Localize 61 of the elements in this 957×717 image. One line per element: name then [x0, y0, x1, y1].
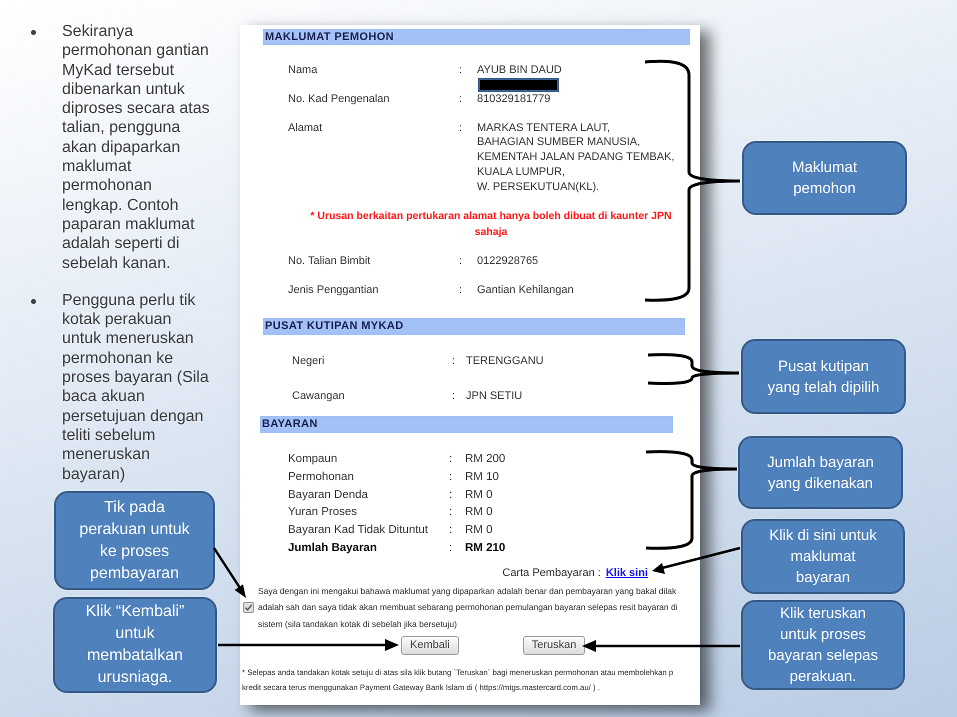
field-label: Nama	[288, 62, 318, 78]
colon-separator: :	[459, 120, 462, 136]
field-value: AYUB BIN DAUD	[477, 62, 562, 78]
field-value: RM 0	[465, 488, 492, 503]
colon-separator: :	[449, 452, 452, 467]
colon-separator: :	[449, 470, 452, 485]
field-label: No. Kad Pengenalan	[288, 92, 391, 106]
callout-box: Klik “Kembali” untuk membatalkan urusniaga.	[53, 597, 217, 693]
colon-separator: :	[459, 62, 462, 78]
arrow-connector	[212, 547, 246, 598]
bullet-text: Pengguna perlu tik kotak perakuan untuk meneruskan permohonan ke proses bayaran (Sila baca akuan persetujuan dengan teliti sebelum meneruskan bayaran)	[62, 290, 209, 484]
field-value: RM 0	[465, 505, 492, 520]
field-value: RM 200	[465, 452, 506, 467]
field-label: Jenis Penggantian	[288, 283, 380, 298]
section-header: MAKLUMAT PEMOHON	[263, 29, 690, 45]
callout-box: Tik pada perakuan untuk ke proses pembayaran	[54, 491, 215, 590]
field-value: 0122928765	[477, 254, 538, 270]
field-value: JPN SETIU	[466, 389, 522, 404]
field-label: Jumlah Bayaran	[288, 540, 378, 556]
colon-separator: :	[459, 254, 462, 270]
field-value: RM 0	[465, 523, 492, 538]
field-label: Alamat	[288, 120, 324, 136]
bullet-text: Sekiranya permohonan gantian MyKad tersebut dibenarkan untuk diproses secara atas talian, pengguna akan dipaparkan maklumat permohonan lengkap. Contoh paparan maklumat adalah seperti di sebelah kanan.	[62, 22, 210, 273]
field-value: TERENGGANU	[466, 354, 544, 370]
callout-box: Pusat kutipan yang telah dipilih	[741, 339, 906, 414]
colon-separator: :	[452, 389, 456, 404]
callout-box: Jumlah bayaran yang dikenakan	[738, 436, 903, 509]
address-value: MARKAS TENTERA LAUT, BAHAGIAN SUMBER MANUSIA, KEMENTAH JALAN PADANG TEMBAK, KUALA LUMPUR, W. PERSEKUTUAN(KL).	[477, 120, 674, 194]
colon-separator: :	[449, 540, 452, 556]
declaration-text: Saya dengan ini mengakui bahawa maklumat yang dipaparkan adalah benar dan pembayaran yang bakal dilak adalah sah dan saya tidak akan membuat sebarang permohonan pemulangan bayaran selepas resit bayaran di sistem (sila tandakan kotak di sebelah jika bersetuju)	[258, 584, 678, 631]
back-button[interactable]: Kembali	[401, 636, 459, 656]
field-label: Bayaran Kad Tidak Dituntut	[288, 523, 429, 538]
callout-box: Maklumat pemohon	[742, 141, 907, 215]
field-label: Bayaran Denda	[288, 488, 369, 503]
callout-box: Klik di sini untuk maklumat bayaran	[741, 519, 905, 594]
warning-notice: * Urusan berkaitan pertukaran alamat hanya boleh dibuat di kaunter JPN sahaja	[309, 209, 673, 240]
colon-separator: :	[449, 505, 452, 520]
payment-chart-label: Carta Pembayaran :	[502, 566, 601, 581]
field-value: Gantian Kehilangan	[477, 283, 574, 298]
colon-separator: :	[459, 92, 462, 106]
colon-separator: :	[459, 283, 462, 298]
field-label: Kompaun	[288, 452, 338, 467]
agreement-checkbox[interactable]	[243, 602, 254, 613]
field-label: Cawangan	[292, 389, 346, 404]
section-header: PUSAT KUTIPAN MYKAD	[263, 318, 685, 335]
field-value: RM 10	[465, 470, 499, 485]
field-label: No. Talian Bimbit	[288, 254, 372, 270]
payment-chart-link[interactable]: Klik sini	[606, 566, 648, 581]
field-value: RM 210	[465, 540, 506, 556]
field-label: Negeri	[292, 354, 326, 370]
colon-separator: :	[449, 523, 452, 538]
colon-separator: :	[452, 354, 456, 370]
field-label: Yuran Proses	[288, 505, 358, 520]
section-header: BAYARAN	[260, 416, 673, 433]
field-label: Permohonan	[288, 470, 355, 485]
bullet-icon	[31, 298, 36, 304]
callout-box: Klik teruskan untuk proses bayaran selepas perakuan.	[741, 600, 905, 690]
continue-button[interactable]: Teruskan	[522, 636, 586, 656]
colon-separator: :	[449, 488, 452, 503]
bullet-icon	[31, 30, 36, 35]
field-value: 810329181779	[477, 92, 550, 106]
